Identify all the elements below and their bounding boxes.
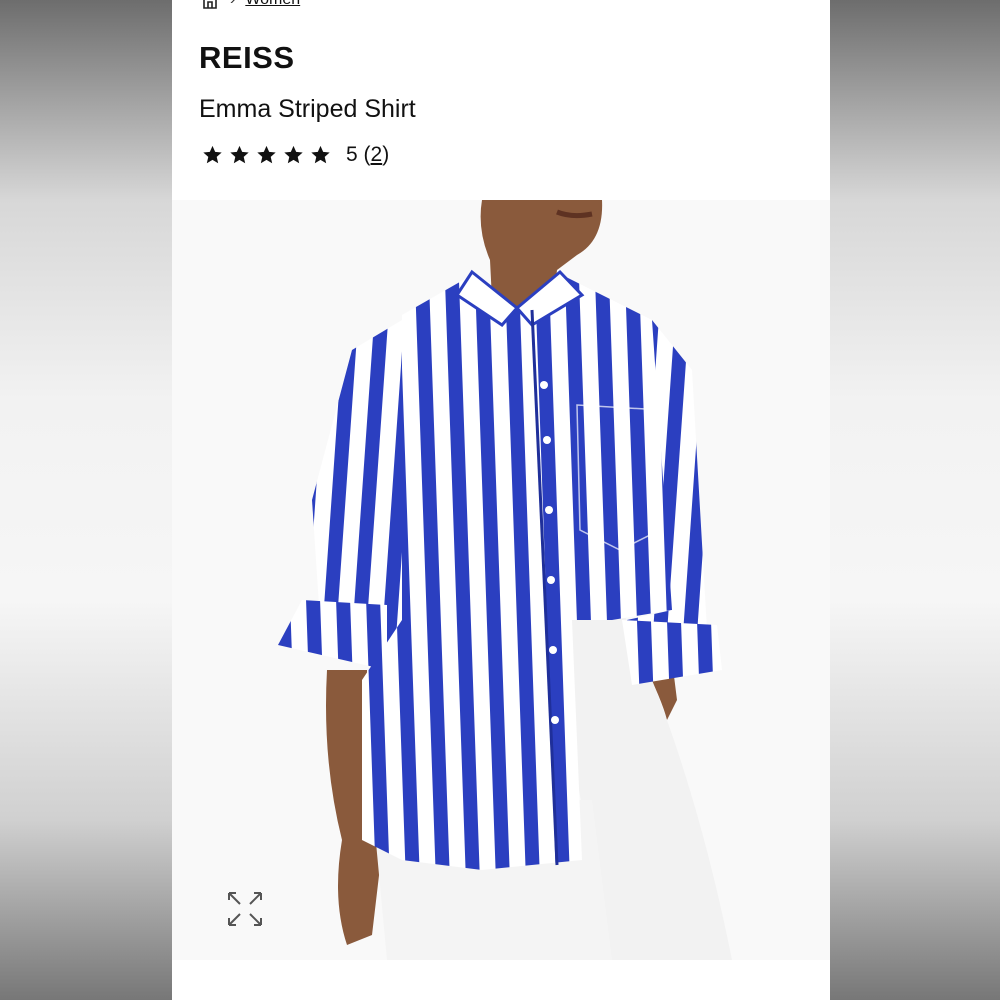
rating-summary: 5 (2) [346,143,390,166]
star-icon [228,144,251,166]
star-icon [309,144,332,166]
breadcrumb-separator: › [230,0,235,9]
right-backdrop [830,0,1000,1000]
product-image[interactable] [172,200,830,960]
star-icon [282,144,305,166]
review-count-link[interactable]: 2 [371,143,383,166]
breadcrumb: › Women [200,0,300,10]
breadcrumb-link-women[interactable]: Women [245,0,300,9]
home-icon[interactable] [200,0,220,9]
star-icon [255,144,278,166]
product-rating[interactable]: 5 (2) [201,143,389,167]
rating-stars [201,144,332,166]
product-title: Emma Striped Shirt [199,95,416,123]
product-page: › Women REISS Emma Striped Shirt 5 (2) [172,0,830,1000]
rating-value: 5 [346,143,358,166]
left-backdrop [0,0,172,1000]
brand-name[interactable]: REISS [199,40,295,76]
expand-icon[interactable] [226,890,264,928]
star-icon [201,144,224,166]
